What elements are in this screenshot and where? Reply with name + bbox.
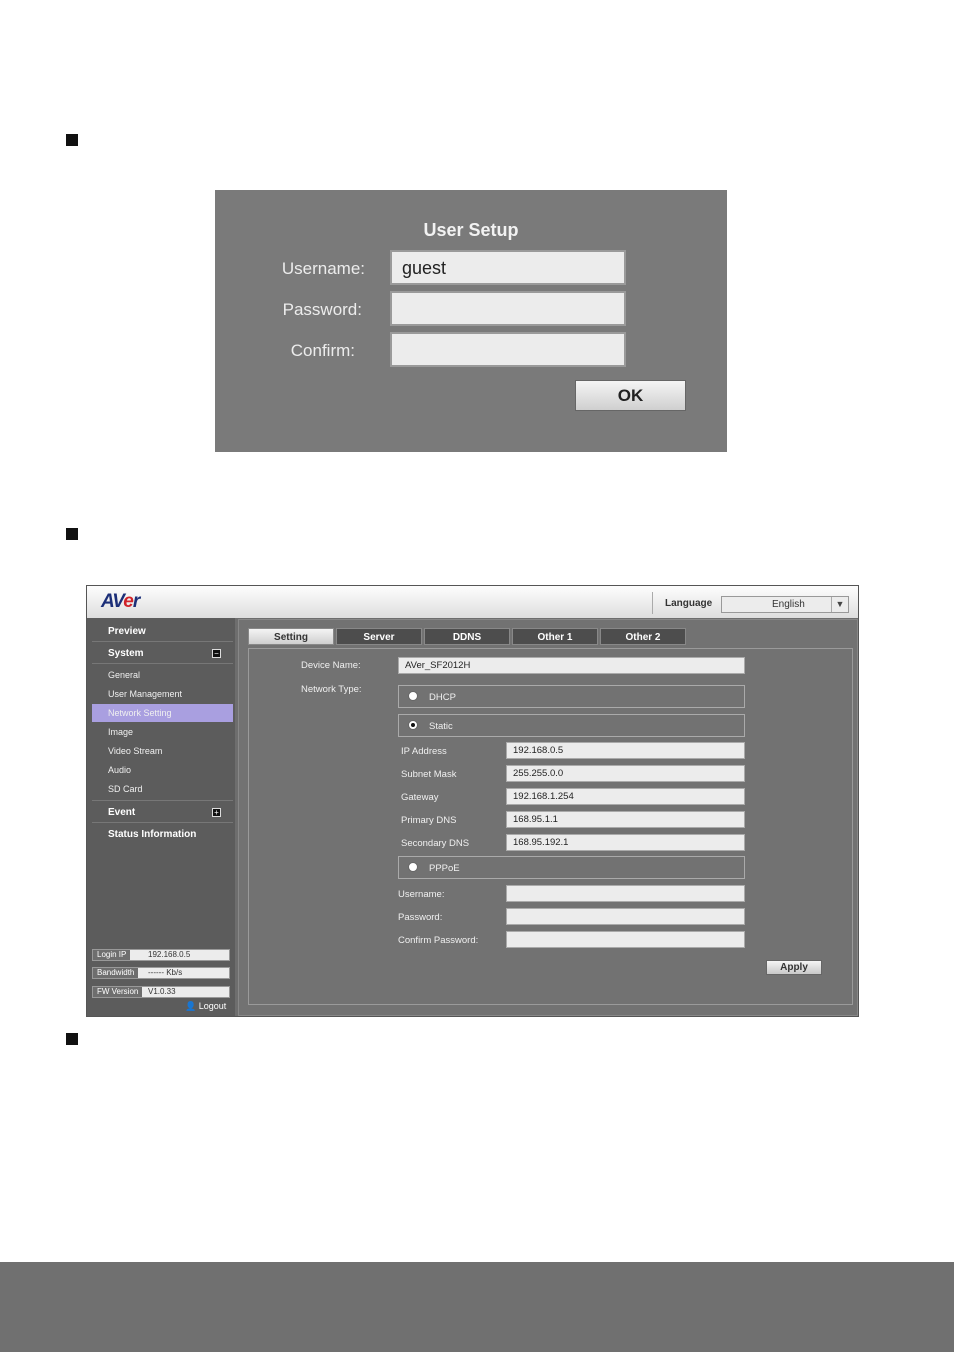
pppoe-username-input[interactable]	[506, 885, 745, 902]
sidebar-item-user-management[interactable]: User Management	[108, 689, 182, 699]
login-ip-value: 192.168.0.5	[148, 950, 191, 959]
network-type-label: Network Type:	[301, 684, 362, 695]
static-radio[interactable]	[408, 720, 418, 730]
divider	[92, 663, 233, 664]
username-field[interactable]: guest	[390, 250, 626, 285]
confirm-label: Confirm:	[290, 341, 355, 360]
user-icon: 👤	[185, 1001, 197, 1011]
aver-logo: AVer	[101, 591, 140, 612]
divider	[92, 800, 233, 801]
ok-button[interactable]: OK	[575, 380, 686, 411]
primary-dns-input[interactable]: 168.95.1.1	[506, 811, 745, 828]
pppoe-password-label: Password:	[398, 912, 443, 923]
primary-dns-label: Primary DNS	[401, 815, 457, 826]
bandwidth-label: Bandwidth	[93, 968, 139, 978]
tab-other-2[interactable]: Other 2	[600, 628, 686, 645]
fw-version-label: FW Version	[93, 987, 143, 997]
web-admin-window: AVer Language English ▼ Preview System −…	[86, 585, 859, 1017]
dialog-title: User Setup	[423, 220, 519, 240]
language-label: Language	[665, 598, 713, 609]
sidebar-item-preview[interactable]: Preview	[108, 626, 146, 637]
sidebar-item-system[interactable]: System	[108, 648, 144, 659]
pppoe-label: PPPoE	[429, 863, 460, 874]
setting-form: Device Name: AVer_SF2012H Network Type: …	[248, 648, 853, 1005]
sidebar-item-general[interactable]: General	[108, 670, 140, 680]
device-name-label: Device Name:	[301, 660, 361, 671]
bandwidth-row: Bandwidth ------ Kb/s	[92, 967, 230, 979]
tab-ddns[interactable]: DDNS	[424, 628, 510, 645]
static-label: Static	[429, 721, 453, 732]
sidebar-item-network-setting[interactable]: Network Setting	[108, 708, 172, 718]
dhcp-option[interactable]: DHCP	[398, 685, 745, 708]
sidebar-item-image[interactable]: Image	[108, 727, 133, 737]
divider	[92, 822, 233, 823]
sidebar-item-event[interactable]: Event	[108, 807, 135, 818]
expand-icon[interactable]: +	[212, 808, 221, 817]
language-value: English	[772, 599, 805, 610]
sidebar: Preview System − General User Management…	[87, 618, 235, 1016]
user-setup-dialog: User Setup Username: guest Password: Con…	[215, 190, 727, 452]
bullet-marker	[66, 1033, 78, 1045]
pppoe-radio[interactable]	[408, 862, 418, 872]
bandwidth-value: ------ Kb/s	[148, 968, 183, 977]
confirm-password-label: Confirm Password:	[398, 935, 479, 946]
divider	[652, 592, 653, 614]
password-field[interactable]	[390, 291, 626, 326]
sidebar-item-status-information[interactable]: Status Information	[108, 829, 196, 840]
sidebar-item-sd-card[interactable]: SD Card	[108, 784, 143, 794]
password-label: Password:	[282, 300, 362, 319]
dhcp-label: DHCP	[429, 692, 456, 703]
login-ip-label: Login IP	[93, 950, 131, 960]
divider	[92, 641, 233, 642]
page-footer-bar	[0, 1262, 954, 1352]
bullet-marker	[66, 528, 78, 540]
content-panel: Setting Server DDNS Other 1 Other 2 Devi…	[238, 619, 858, 1016]
secondary-dns-input[interactable]: 168.95.192.1	[506, 834, 745, 851]
confirm-password-input[interactable]	[506, 931, 745, 948]
tab-other-1[interactable]: Other 1	[512, 628, 598, 645]
tab-setting[interactable]: Setting	[248, 628, 334, 645]
apply-button[interactable]: Apply	[766, 960, 822, 975]
top-bar: AVer Language English ▼	[87, 586, 858, 618]
dhcp-radio[interactable]	[408, 691, 418, 701]
bullet-marker	[66, 134, 78, 146]
sidebar-item-video-stream[interactable]: Video Stream	[108, 746, 162, 756]
fw-version-row: FW Version V1.0.33	[92, 986, 230, 998]
static-option[interactable]: Static	[398, 714, 745, 737]
collapse-icon[interactable]: −	[212, 649, 221, 658]
subnet-mask-label: Subnet Mask	[401, 769, 457, 780]
ip-address-label: IP Address	[401, 746, 447, 757]
device-name-input[interactable]: AVer_SF2012H	[398, 657, 745, 674]
confirm-field[interactable]	[390, 332, 626, 367]
logout-label: Logout	[198, 1001, 227, 1011]
pppoe-option[interactable]: PPPoE	[398, 856, 745, 879]
tab-server[interactable]: Server	[336, 628, 422, 645]
pppoe-username-label: Username:	[398, 889, 445, 900]
pppoe-password-input[interactable]	[506, 908, 745, 925]
logout-link[interactable]: 👤 Logout	[185, 1001, 226, 1012]
ip-address-input[interactable]: 192.168.0.5	[506, 742, 745, 759]
subnet-mask-input[interactable]: 255.255.0.0	[506, 765, 745, 782]
chevron-down-icon[interactable]: ▼	[831, 597, 848, 612]
sidebar-item-audio[interactable]: Audio	[108, 765, 131, 775]
login-ip-row: Login IP 192.168.0.5	[92, 949, 230, 961]
secondary-dns-label: Secondary DNS	[401, 838, 470, 849]
gateway-label: Gateway	[401, 792, 439, 803]
language-select[interactable]: English ▼	[721, 596, 849, 613]
username-label: Username:	[281, 259, 365, 278]
fw-version-value: V1.0.33	[148, 987, 176, 996]
gateway-input[interactable]: 192.168.1.254	[506, 788, 745, 805]
